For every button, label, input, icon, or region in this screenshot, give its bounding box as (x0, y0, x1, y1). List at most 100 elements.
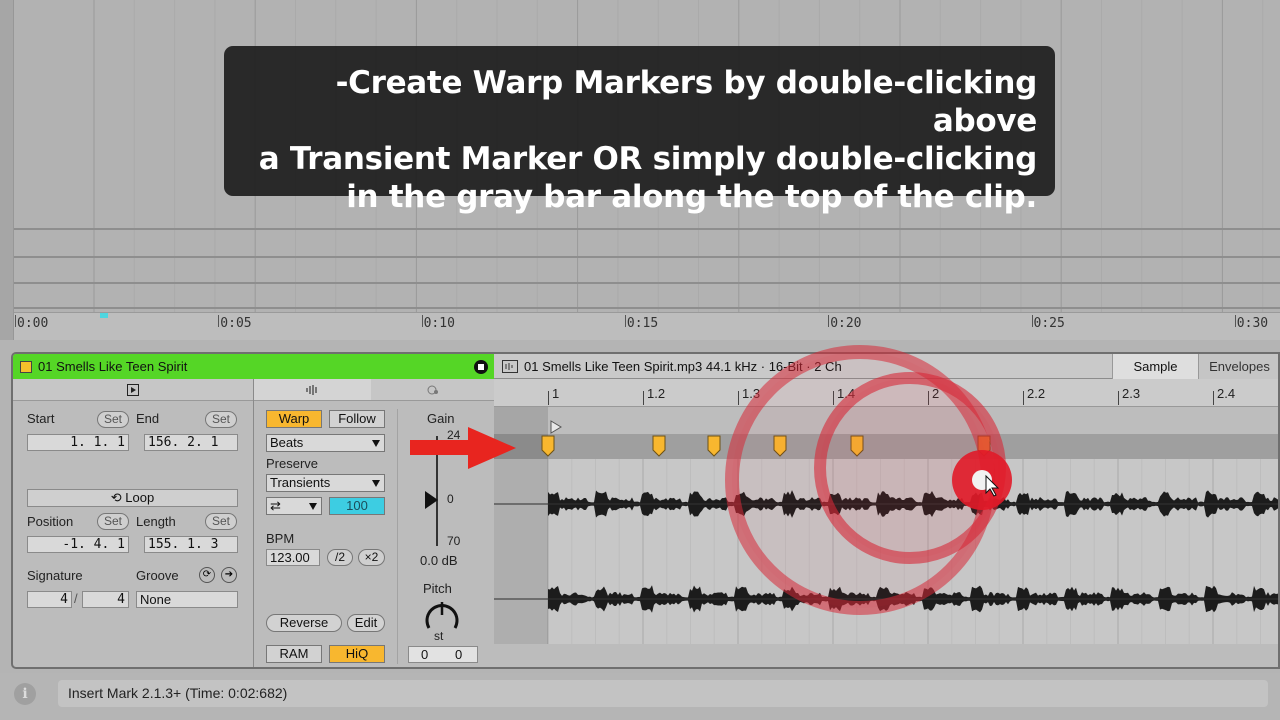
warp-button[interactable]: Warp (266, 410, 322, 428)
hiq-button[interactable]: HiQ (329, 645, 385, 663)
status-bar: i Insert Mark 2.1.3+ (Time: 0:02:682) (0, 673, 1280, 720)
signature-numerator[interactable]: 4 (27, 591, 72, 608)
clip-color-swatch[interactable] (20, 360, 32, 373)
start-label: Start (27, 411, 55, 426)
ram-button[interactable]: RAM (266, 645, 322, 663)
instruction-overlay: -Create Warp Markers by double-clicking … (224, 46, 1055, 215)
loop-label: Loop (125, 490, 155, 505)
follow-button[interactable]: Follow (329, 410, 385, 428)
groove-select[interactable]: None (136, 591, 238, 608)
waveform-icon (306, 384, 317, 395)
reverse-button[interactable]: Reverse (266, 614, 342, 632)
track-divider (14, 228, 1280, 230)
beat-label: 1 (552, 386, 560, 401)
start-marker-icon[interactable] (549, 420, 563, 434)
length-label: Length (136, 514, 176, 529)
sample-scroll-strip[interactable] (494, 644, 1278, 667)
clip-box-icon (127, 383, 139, 396)
chevron-down-icon (372, 480, 380, 487)
warp-mode-value: Beats (270, 435, 304, 450)
gain-min-label: 70 (447, 534, 461, 548)
ruler-tick (1031, 315, 1033, 327)
tab-clip[interactable] (13, 379, 253, 401)
gain-label: Gain (427, 411, 455, 426)
chevron-down-icon (372, 440, 380, 447)
signature-denominator[interactable]: 4 (82, 591, 129, 608)
beat-label: 2.4 (1217, 386, 1236, 401)
tab-envelopes[interactable]: Envelopes (1198, 354, 1278, 379)
groove-commit-icon[interactable]: ➔ (221, 567, 237, 583)
clip-title-bar[interactable]: 01 Smells Like Teen Spirit (13, 354, 494, 379)
section-divider (253, 379, 254, 667)
loop-icon: ⟲ (110, 490, 126, 505)
loop-button[interactable]: ⟲ Loop (27, 489, 238, 507)
click-indicator (725, 345, 1012, 615)
edit-button[interactable]: Edit (347, 614, 385, 632)
tab-sample[interactable] (253, 379, 371, 401)
red-arrow-annotation (410, 427, 516, 469)
beat-tick (1023, 391, 1024, 405)
groove-label: Groove (136, 568, 179, 583)
gain-zero-label: 0 (447, 492, 454, 506)
ruler-tick (218, 315, 220, 327)
warp-marker[interactable] (541, 435, 555, 457)
signature-label: Signature (27, 568, 83, 583)
track-divider (14, 256, 1280, 258)
halve-tempo-button[interactable]: /2 (327, 549, 353, 566)
gain-divider (397, 409, 398, 664)
pitch-unit-label: st (434, 629, 444, 643)
start-set-button[interactable]: Set (97, 411, 129, 428)
ruler-label: 0:30 (1236, 316, 1269, 331)
info-icon[interactable]: i (14, 683, 36, 705)
beat-tick (1213, 391, 1214, 405)
beat-label: 2.2 (1027, 386, 1046, 401)
instruction-line: -Create Warp Markers by double-clicking … (335, 65, 1038, 139)
preserve-select[interactable]: Transients (266, 474, 385, 492)
pitch-knob[interactable] (423, 598, 461, 632)
envelope-icon (427, 385, 438, 394)
beat-tick (1118, 391, 1119, 405)
beat-label: 2.3 (1122, 386, 1141, 401)
ruler-label: 0:05 (220, 316, 252, 331)
warp-marker[interactable] (652, 435, 666, 457)
tab-envelopes-small[interactable] (371, 379, 494, 401)
warp-mode-select[interactable]: Beats (266, 434, 385, 452)
position-set-button[interactable]: Set (97, 513, 129, 530)
length-set-button[interactable]: Set (205, 513, 237, 530)
arrangement-left-gutter (0, 0, 14, 340)
start-field[interactable]: 1. 1. 1 (27, 434, 129, 451)
end-set-button[interactable]: Set (205, 411, 237, 428)
instruction-line: in the gray bar along the top of the cli… (346, 179, 1037, 215)
position-field[interactable]: -1. 4. 1 (27, 536, 129, 553)
tab-sample-display[interactable]: Sample (1112, 354, 1198, 379)
transpose-value: 0 (421, 647, 429, 662)
ruler-label: 0:25 (1033, 316, 1065, 331)
end-field[interactable]: 156. 2. 1 (144, 434, 238, 451)
track-divider (14, 307, 1280, 309)
length-field[interactable]: 155. 1. 3 (144, 536, 238, 553)
clip-name[interactable]: 01 Smells Like Teen Spirit (38, 359, 474, 374)
time-ruler[interactable]: 0:00 0:05 0:10 0:15 0:20 0:25 0:30 (14, 312, 1280, 340)
transient-envelope-field[interactable]: 100 (329, 497, 385, 515)
transpose-detune-field[interactable]: 0 0 (408, 646, 478, 663)
warp-marker[interactable] (707, 435, 721, 457)
beat-label: 1.2 (647, 386, 666, 401)
beat-tick (548, 391, 549, 405)
groove-hot-swap-icon[interactable]: ⟳ (199, 567, 215, 583)
beat-tick (643, 391, 644, 405)
bpm-field[interactable]: 123.00 (266, 549, 320, 566)
clip-activator-icon[interactable] (474, 359, 488, 374)
gain-value: 0.0 dB (420, 553, 458, 568)
gain-fader-handle[interactable] (425, 491, 439, 509)
ruler-label: 0:10 (423, 316, 455, 331)
signature-slash: / (74, 591, 78, 606)
ruler-tick (1234, 315, 1236, 327)
ruler-tick (828, 315, 830, 327)
ruler-label: 0:15 (626, 316, 659, 331)
transient-loop-mode-select[interactable]: ⇄ (266, 497, 322, 515)
ruler-tick (15, 315, 16, 327)
double-tempo-button[interactable]: ×2 (358, 549, 385, 566)
position-label: Position (27, 514, 74, 529)
ruler-tick (624, 315, 626, 327)
instruction-line: a Transient Marker OR simply double-clic… (258, 141, 1038, 177)
